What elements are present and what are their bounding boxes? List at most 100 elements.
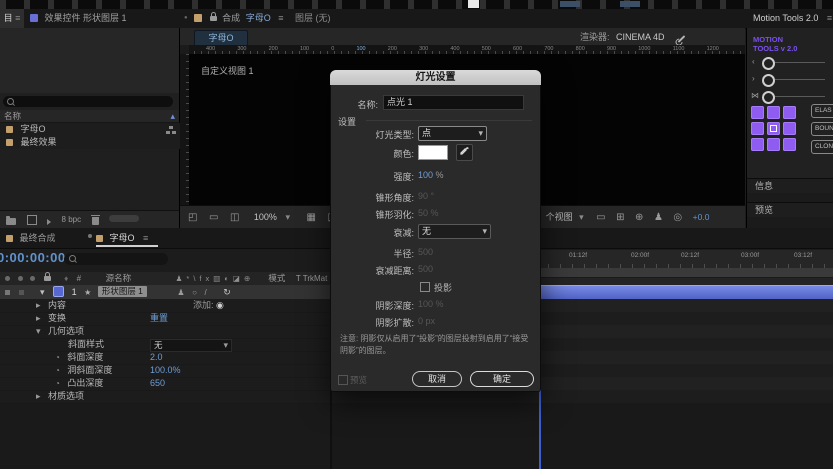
app-toolbar[interactable] bbox=[0, 0, 833, 9]
prop-value[interactable]: 100.0% bbox=[150, 364, 181, 377]
stopwatch-icon[interactable]: ◔ bbox=[55, 366, 60, 375]
trkmat-column[interactable]: T TrkMat bbox=[296, 274, 327, 283]
eye-toggle[interactable] bbox=[5, 290, 10, 295]
timeline-tab-final-comp[interactable]: 最终合成 bbox=[6, 228, 56, 248]
tab-effect-controls[interactable]: 效果控件 形状图层 1 bbox=[30, 9, 127, 28]
layer-fx-switch[interactable]: / bbox=[204, 288, 206, 297]
frame-blend-icon[interactable]: ▥ bbox=[213, 274, 224, 283]
show-snapshot-icon[interactable]: ▭ bbox=[209, 212, 218, 223]
anchor-grid-cell[interactable] bbox=[783, 122, 796, 135]
menu-icon[interactable]: ≡ bbox=[827, 13, 832, 23]
project-search-input[interactable] bbox=[3, 96, 173, 107]
refresh-icon[interactable]: ◎ bbox=[673, 212, 682, 223]
expander-icon[interactable]: ▸ bbox=[36, 300, 41, 310]
grid-options-icon[interactable]: ⊞ bbox=[616, 212, 624, 223]
expander-icon[interactable]: ▸ bbox=[36, 313, 41, 323]
prop-label[interactable]: 几何选项 bbox=[48, 326, 84, 336]
lock-icon[interactable] bbox=[209, 12, 217, 21]
clone-button[interactable]: CLON bbox=[811, 140, 833, 154]
anchor-grid-cell[interactable] bbox=[767, 106, 780, 119]
timeline-search-input[interactable] bbox=[64, 253, 168, 265]
bpc-label[interactable]: 8 bpc bbox=[62, 215, 82, 224]
adjustment-icon[interactable]: ◪ bbox=[233, 274, 244, 283]
prop-row-material[interactable]: ▸ 材质选项 bbox=[0, 390, 331, 404]
wrench-icon[interactable] bbox=[677, 35, 686, 43]
tab-composition[interactable]: ● 合成 字母O ≡ bbox=[184, 9, 284, 28]
cast-shadows-checkbox[interactable] bbox=[420, 282, 430, 292]
audio-toggle[interactable] bbox=[18, 290, 24, 295]
layer-row[interactable]: ▾ 1 ★ 形状图层 1 ♟ ○ / ↻ bbox=[0, 285, 331, 299]
renderer-control[interactable]: 渲染器: CINEMA 4D bbox=[580, 30, 686, 45]
scrollbar-pill[interactable] bbox=[109, 215, 140, 222]
renderer-value[interactable]: CINEMA 4D bbox=[616, 32, 665, 42]
new-folder-icon[interactable] bbox=[6, 216, 16, 225]
prop-row-contents[interactable]: ▸ 内容 添加: ◉ bbox=[0, 299, 331, 313]
snapshot-icon[interactable]: ◰ bbox=[188, 212, 197, 223]
menu-icon[interactable]: ≡ bbox=[143, 233, 148, 243]
prop-label[interactable]: 变换 bbox=[48, 313, 66, 323]
eye-icon[interactable] bbox=[5, 276, 10, 281]
anchor-grid-cell[interactable] bbox=[751, 138, 764, 151]
tab-layer[interactable]: 图层 (无) bbox=[295, 9, 331, 28]
sort-icon[interactable]: ▴ bbox=[170, 110, 175, 122]
people-icon[interactable]: ♟ bbox=[654, 212, 663, 223]
expander-icon[interactable]: ▾ bbox=[36, 326, 41, 336]
layer-color-chip[interactable] bbox=[53, 286, 65, 297]
dialog-titlebar[interactable]: 灯光设置 bbox=[330, 70, 541, 85]
solo-icon[interactable] bbox=[30, 276, 36, 281]
falloff-dropdown[interactable]: 无 ▾ bbox=[418, 224, 491, 239]
reset-link[interactable]: 重置 bbox=[150, 312, 168, 325]
add-icon[interactable]: ◉ bbox=[216, 299, 224, 312]
prop-row-geometry[interactable]: ▾ 几何选项 bbox=[0, 325, 331, 339]
shy-icon[interactable]: ♟ bbox=[176, 274, 187, 283]
info-panel-header[interactable]: 信息 bbox=[746, 178, 833, 194]
stopwatch-icon[interactable]: ◔ bbox=[55, 379, 60, 388]
cancel-button[interactable]: 取消 bbox=[412, 371, 462, 387]
anchor-grid-cell[interactable] bbox=[783, 138, 796, 151]
project-item[interactable]: 字母O bbox=[0, 123, 179, 135]
ease-both-slider[interactable] bbox=[762, 91, 775, 104]
anchor-grid-cell[interactable] bbox=[751, 106, 764, 119]
pixel-aspect-icon[interactable]: ▭ bbox=[596, 212, 605, 223]
ease-out-slider[interactable] bbox=[762, 74, 775, 87]
project-item[interactable]: 最终效果 bbox=[0, 136, 179, 148]
light-name-input[interactable]: 点光 1 bbox=[383, 95, 524, 110]
anchor-grid-cell[interactable] bbox=[751, 122, 764, 135]
expander-icon[interactable]: ▸ bbox=[36, 391, 41, 401]
eyedropper-icon[interactable] bbox=[456, 144, 473, 161]
tab-project[interactable]: 目 ≡ bbox=[0, 9, 24, 28]
prop-value[interactable]: 2.0 bbox=[150, 351, 163, 364]
label-icon[interactable]: ♦ bbox=[64, 274, 68, 283]
expander-icon[interactable]: ▾ bbox=[40, 287, 45, 297]
preview-checkbox[interactable] bbox=[338, 375, 348, 385]
layer-name[interactable]: 形状图层 1 bbox=[97, 286, 147, 297]
camera-settings-icon[interactable]: ⊕ bbox=[635, 212, 643, 223]
elastic-button[interactable]: ELAS bbox=[811, 104, 833, 118]
motion-blur-icon[interactable]: ◐ bbox=[224, 274, 233, 283]
view-layout-dropdown[interactable]: 个视图 ▾ bbox=[546, 212, 587, 222]
menu-icon[interactable]: ≡ bbox=[278, 13, 283, 23]
prop-label[interactable]: 内容 bbox=[48, 300, 66, 310]
roi-icon[interactable]: ▦ bbox=[307, 212, 316, 223]
mode-column[interactable]: 模式 bbox=[268, 273, 285, 283]
cast-shadows-label[interactable]: 投影 bbox=[434, 281, 452, 294]
trash-icon[interactable] bbox=[90, 215, 100, 225]
threed-icon[interactable]: ⊕ bbox=[244, 274, 254, 283]
intensity-value[interactable]: 100 % bbox=[418, 170, 444, 180]
anchor-grid-cell-center[interactable] bbox=[767, 122, 780, 135]
intensity-number[interactable]: 100 bbox=[418, 170, 433, 180]
exposure-offset[interactable]: +0.0 bbox=[693, 212, 710, 222]
preview-panel-header[interactable]: 预览 bbox=[746, 202, 833, 218]
anchor-grid-cell[interactable] bbox=[767, 138, 780, 151]
fx-icon[interactable]: fx bbox=[199, 274, 213, 283]
prop-value[interactable]: 650 bbox=[150, 377, 165, 390]
prop-label[interactable]: 材质选项 bbox=[48, 391, 84, 401]
source-name-column[interactable]: 源名称 bbox=[106, 273, 132, 283]
lock-icon[interactable] bbox=[43, 272, 51, 281]
interpret-icon[interactable] bbox=[47, 219, 52, 225]
ok-button[interactable]: 确定 bbox=[470, 371, 534, 387]
bounce-button[interactable]: BOUN bbox=[811, 122, 833, 136]
stopwatch-icon[interactable]: ◔ bbox=[55, 353, 60, 362]
current-timecode[interactable]: 0:00:00:00 bbox=[0, 250, 66, 265]
magnification-dropdown[interactable]: 100% ▾ bbox=[254, 212, 293, 222]
